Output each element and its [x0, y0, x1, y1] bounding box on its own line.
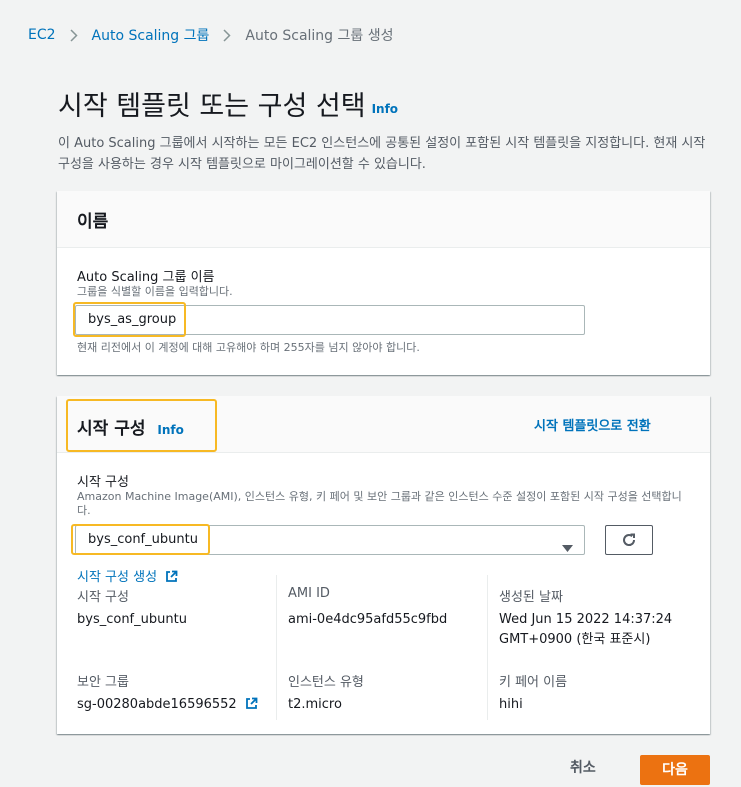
launch-config-label: 시작 구성	[77, 475, 129, 490]
column-divider	[487, 575, 488, 720]
refresh-icon	[623, 533, 636, 546]
info-link[interactable]: Info	[372, 102, 398, 116]
detail-instance-type-value: t2.micro	[288, 697, 342, 712]
security-group-value: sg-00280abde16596552	[77, 697, 237, 712]
group-name-constraint: 현재 리전에서 이 계정에 대해 고유해야 하며 255자를 넘지 않아야 합니…	[77, 341, 420, 354]
external-link-icon	[245, 697, 258, 709]
name-panel-header: 이름	[57, 191, 710, 248]
create-launch-config-text: 시작 구성 생성	[77, 570, 158, 585]
launch-config-description: Amazon Machine Image(AMI), 인스턴스 유형, 키 페어…	[77, 490, 682, 517]
detail-ami-label: AMI ID	[288, 586, 330, 601]
detail-key-pair-label: 키 페어 이름	[499, 675, 568, 690]
chevron-right-icon	[70, 28, 78, 42]
cancel-button[interactable]: 취소	[570, 757, 596, 777]
page-description: 이 Auto Scaling 그룹에서 시작하는 모든 EC2 인스턴스에 공통…	[58, 136, 706, 172]
detail-key-pair-value: hihi	[499, 697, 523, 712]
page-title: 시작 템플릿 또는 구성 선택 Info	[58, 84, 398, 123]
breadcrumb-current: Auto Scaling 그룹 생성	[245, 28, 394, 44]
chevron-right-icon	[223, 28, 231, 42]
name-panel: 이름 Auto Scaling 그룹 이름 그룹을 식별할 이름을 입력합니다.…	[57, 191, 710, 375]
next-button[interactable]: 다음	[640, 755, 710, 785]
detail-launch-config-value: bys_conf_ubuntu	[77, 612, 187, 627]
page-title-text: 시작 템플릿 또는 구성 선택	[58, 91, 366, 122]
group-name-label: Auto Scaling 그룹 이름	[77, 270, 215, 285]
create-launch-config-link[interactable]: 시작 구성 생성	[77, 566, 178, 585]
column-divider	[276, 575, 277, 720]
security-group-link[interactable]: sg-00280abde16596552	[77, 695, 258, 715]
breadcrumb-ec2[interactable]: EC2	[28, 27, 56, 43]
detail-created-date-label: 생성된 날짜	[499, 590, 563, 605]
highlight-box	[73, 302, 186, 337]
date-line-1: Wed Jun 15 2022 14:37:24	[499, 612, 673, 627]
highlight-box	[66, 399, 217, 452]
breadcrumb: EC2 Auto Scaling 그룹 Auto Scaling 그룹 생성	[28, 25, 393, 45]
group-name-description: 그룹을 식별할 이름을 입력합니다.	[77, 285, 233, 298]
external-link-icon	[166, 570, 178, 582]
detail-security-group-label: 보안 그룹	[77, 675, 129, 690]
detail-created-date-value: Wed Jun 15 2022 14:37:24 GMT+0900 (한국 표준…	[499, 610, 672, 650]
highlight-box	[71, 524, 210, 555]
detail-ami-value: ami-0e4dc95afd55c9fbd	[288, 612, 448, 627]
launch-config-panel: 시작 구성 Info 시작 템플릿으로 전환 시작 구성 Amazon Mach…	[57, 396, 710, 734]
name-panel-title: 이름	[77, 212, 109, 232]
switch-to-launch-template-link[interactable]: 시작 템플릿으로 전환	[534, 415, 651, 434]
detail-launch-config-label: 시작 구성	[77, 590, 129, 605]
refresh-button[interactable]	[605, 525, 653, 555]
breadcrumb-auto-scaling-groups[interactable]: Auto Scaling 그룹	[92, 25, 210, 45]
caret-down-icon	[562, 536, 573, 564]
detail-instance-type-label: 인스턴스 유형	[288, 675, 364, 690]
date-line-2: GMT+0900 (한국 표준시)	[499, 632, 651, 647]
